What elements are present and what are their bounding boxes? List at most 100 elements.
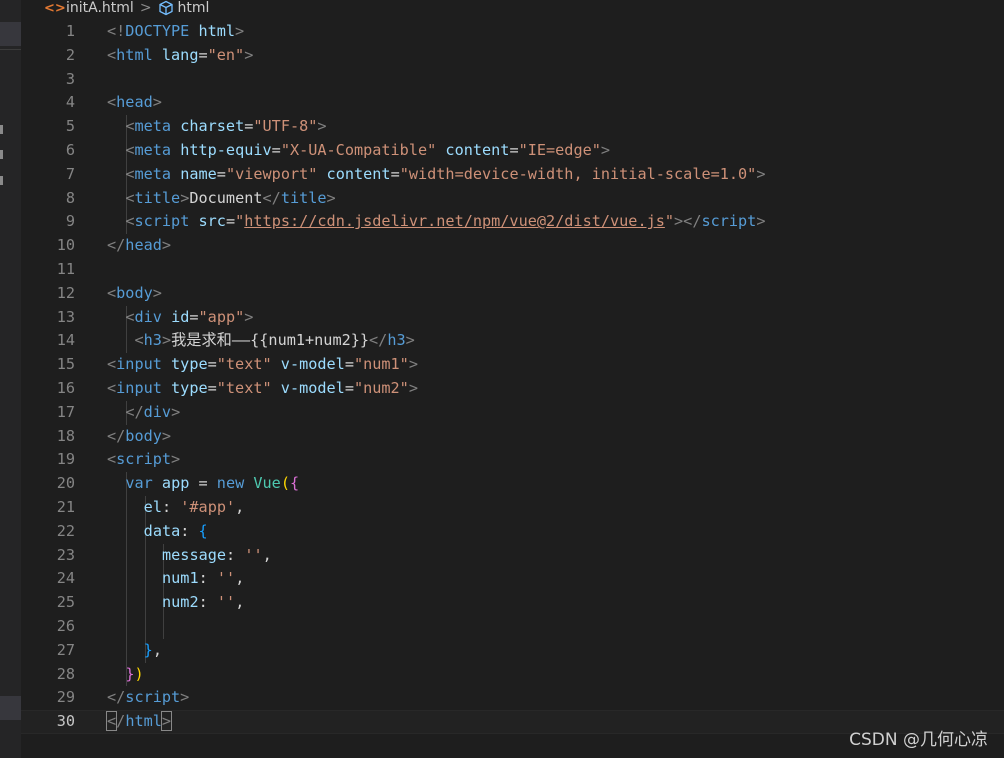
token-brk: <	[134, 331, 144, 350]
token-brk: >	[161, 236, 172, 255]
code-line[interactable]: 23 message: '',	[21, 543, 1004, 568]
token-txt: ,	[235, 593, 245, 612]
token-str: "UTF-8"	[253, 117, 318, 136]
line-number: 15	[56, 355, 75, 374]
code-line[interactable]: 10 </head>	[21, 234, 1004, 258]
code-line[interactable]: 6 <meta http-equiv="X-UA-Compatible" cont…	[21, 138, 1004, 163]
code-line[interactable]: 5 <meta charset="UTF-8">	[21, 115, 1004, 139]
token-tag: title	[280, 188, 327, 207]
indent-guide	[126, 519, 128, 544]
sidebar-item-fragment[interactable]	[0, 176, 3, 185]
code-editor[interactable]: 1 <!DOCTYPE html> 2 <html lang="en"> 3 4 <head…	[21, 20, 1004, 758]
token-brk: >	[161, 331, 172, 350]
token-brk: <	[107, 378, 117, 397]
token-tag: script	[125, 688, 181, 707]
token-tag: script	[134, 212, 190, 231]
code-text: <script src="https://cdn.jsdelivr.net/np…	[125, 210, 765, 234]
token-brk: >	[244, 307, 254, 326]
code-line[interactable]: 29 </script>	[21, 686, 1004, 710]
code-text: <body>	[107, 282, 162, 306]
token-tag: script	[116, 450, 172, 469]
line-number: 26	[56, 616, 75, 635]
code-text: message: '',	[162, 544, 272, 568]
code-line[interactable]: 2 <html lang="en">	[21, 44, 1004, 68]
code-text: </script>	[107, 686, 189, 710]
code-line[interactable]: 26	[21, 614, 1004, 639]
token-str: "text"	[216, 355, 272, 374]
code-line[interactable]: 9 <script src="https://cdn.jsdelivr.net/n…	[21, 210, 1004, 235]
code-line[interactable]: 19 <script>	[21, 448, 1004, 472]
code-line[interactable]: 18 </body>	[21, 425, 1004, 449]
sidebar-selected-item[interactable]	[0, 696, 21, 720]
token-txt: =	[207, 378, 217, 397]
token-brk: <	[107, 283, 117, 302]
token-var: message	[162, 545, 227, 564]
code-text: </head>	[107, 234, 171, 258]
code-line[interactable]: 16 <input type="text" v-model="num2">	[21, 377, 1004, 401]
code-line[interactable]: 24 num1: '',	[21, 567, 1004, 592]
code-line[interactable]: 25 num2: '',	[21, 591, 1004, 615]
code-line[interactable]: 21 el: '#app',	[21, 495, 1004, 520]
token-url[interactable]: https://cdn.jsdelivr.net/npm/vue@2/dist/…	[244, 212, 665, 230]
code-line[interactable]: 3	[21, 68, 1004, 92]
code-text: <html lang="en">	[107, 44, 253, 68]
code-line[interactable]: 20 var app = new Vue({	[21, 472, 1004, 496]
code-line[interactable]: 15 <input type="text" v-model="num1">	[21, 353, 1004, 377]
token-attr: src	[198, 212, 226, 231]
code-text: <meta charset="UTF-8">	[125, 115, 326, 139]
code-line[interactable]: 22 data: {	[21, 519, 1004, 544]
token-tag: meta	[134, 140, 172, 159]
sidebar-item-fragment[interactable]	[0, 125, 3, 134]
token-attr: v-model	[280, 378, 345, 397]
code-line[interactable]: 27},	[21, 638, 1004, 663]
token-tag: html	[125, 712, 162, 731]
code-line[interactable]: 12 <body>	[21, 282, 1004, 306]
token-tag: head	[125, 236, 162, 255]
token-brk: >	[161, 426, 172, 445]
line-number: 1	[65, 22, 75, 40]
line-number: 4	[65, 93, 75, 112]
token-str: "IE=edge"	[518, 140, 601, 159]
code-line[interactable]: 11	[21, 258, 1004, 282]
sidebar-divider	[0, 49, 21, 50]
token-brk: /	[116, 712, 126, 731]
token-txt: :	[198, 593, 217, 612]
token-txt: =	[189, 474, 217, 493]
token-txt: =	[390, 164, 400, 183]
sidebar-item-fragment[interactable]	[0, 150, 3, 159]
code-line[interactable]: 1 <!DOCTYPE html>	[21, 20, 1004, 44]
code-line[interactable]: 28})	[21, 662, 1004, 687]
token-attr: id	[171, 307, 190, 326]
token-tag: script	[701, 212, 757, 231]
token-cls: Vue	[253, 474, 281, 493]
token-brk: >	[180, 188, 190, 207]
indent-guide	[144, 591, 146, 615]
code-text: <title>Document</title>	[125, 187, 335, 211]
indent-guide	[126, 329, 128, 354]
token-brk: >	[408, 378, 418, 397]
token-tag: h3	[387, 331, 406, 350]
code-text: <h3>我是求和——{{num1+num2}}</h3>	[135, 329, 415, 353]
line-number: 18	[56, 426, 75, 445]
token-str: "	[664, 212, 675, 231]
code-line[interactable]: 14 <h3>我是求和——{{num1+num2}}</h3>	[21, 329, 1004, 354]
token-str: "width=device-width, initial-scale=1.0"	[399, 164, 757, 183]
token-brk: >	[408, 355, 418, 374]
line-number: 13	[56, 307, 75, 326]
token-brk: </	[369, 331, 388, 350]
token-txt: =	[271, 140, 281, 159]
code-line[interactable]: 13 <div id="app">	[21, 305, 1004, 330]
code-text: data: {	[144, 520, 208, 544]
indent-guide	[126, 614, 128, 639]
code-line[interactable]: 8 <title>Document</title>	[21, 186, 1004, 211]
token-txt: =	[344, 378, 354, 397]
code-line[interactable]: 7 <meta name="viewport" content="width=de…	[21, 162, 1004, 187]
breadcrumb-file[interactable]: initA.html	[66, 0, 134, 16]
code-text: var app = new Vue({	[125, 472, 299, 496]
line-number: 25	[56, 593, 75, 612]
code-line[interactable]: 17 </div>	[21, 400, 1004, 425]
breadcrumb-symbol[interactable]: html	[178, 0, 210, 16]
token-brace3: }	[143, 640, 153, 659]
code-line[interactable]: 4 <head>	[21, 91, 1004, 115]
